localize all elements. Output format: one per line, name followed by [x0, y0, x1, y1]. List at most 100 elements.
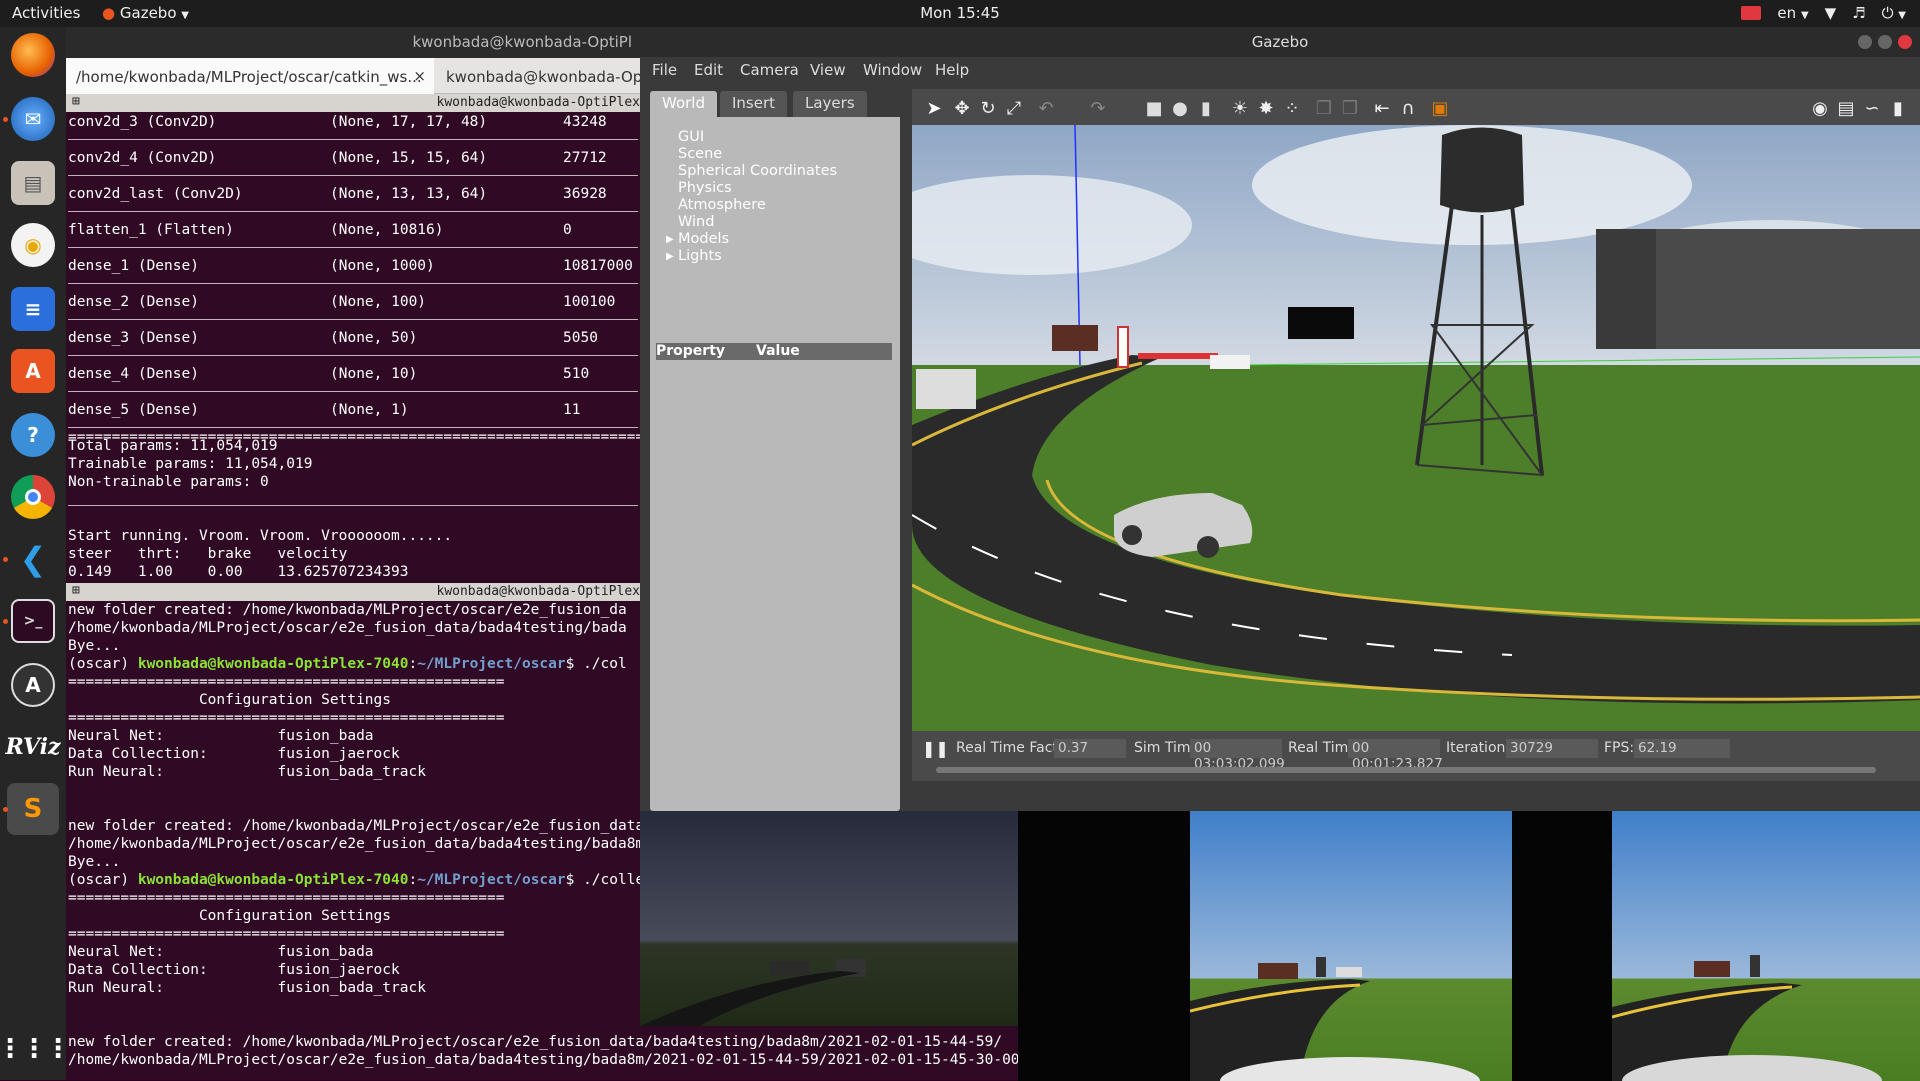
files-icon[interactable]: ▤ [11, 161, 55, 205]
undo-icon[interactable]: ↶ [1036, 99, 1056, 119]
screen-record-icon[interactable] [1741, 6, 1762, 20]
camera-view-dark[interactable] [640, 811, 1018, 1026]
cylinder-shape-icon[interactable]: ▮ [1196, 99, 1216, 119]
snap-icon[interactable]: ∩ [1398, 99, 1418, 119]
app-grid-icon[interactable]: ⋮⋮⋮ [0, 1027, 71, 1071]
running-indicator [3, 619, 8, 624]
wifi-icon[interactable]: ▼ [1825, 4, 1837, 22]
menu-view[interactable]: View [810, 61, 846, 79]
bottom-pane-narrow[interactable]: new folder created: /home/kwonbada/MLPro… [66, 601, 640, 811]
horizontal-scrollbar[interactable] [936, 767, 1876, 773]
video-record-icon[interactable]: ▮ [1888, 99, 1908, 119]
paste-icon[interactable]: ❐ [1340, 99, 1360, 119]
rviz-icon[interactable]: RViz [5, 725, 60, 769]
vscode-icon[interactable]: ❮ [11, 537, 55, 581]
row-divider [68, 175, 638, 176]
log-line: new folder created: /home/kwonbada/MLPro… [68, 1034, 1003, 1050]
tree-spherical-coordinates[interactable]: Spherical Coordinates [678, 163, 837, 180]
trailer-model[interactable] [1210, 355, 1250, 369]
pause-icon[interactable]: ❚❚ [922, 739, 949, 759]
camera-view-center[interactable] [1190, 811, 1512, 1081]
tab-insert[interactable]: Insert [720, 91, 788, 117]
expand-arrow-icon[interactable]: ▶ [666, 231, 674, 248]
config-neural: Neural Net: fusion_bada [68, 944, 374, 960]
gas-station-model[interactable] [1138, 353, 1218, 359]
3d-viewport[interactable] [912, 125, 1920, 731]
tab-layers[interactable]: Layers [793, 91, 867, 117]
gazebo-titlebar[interactable]: Gazebo [640, 27, 1920, 57]
split-pane-icon[interactable]: ⊞ [72, 94, 80, 109]
close-icon[interactable]: × [413, 67, 426, 85]
writer-icon[interactable]: ≡ [11, 287, 55, 331]
translate-mode-icon[interactable]: ✥ [952, 99, 972, 119]
menu-edit[interactable]: Edit [694, 61, 723, 79]
system-tray[interactable]: en ▼ ▼ ♬ ⏻ ▼ [1741, 4, 1906, 22]
sublime-icon[interactable]: S [7, 783, 59, 835]
redo-icon[interactable]: ↷ [1088, 99, 1108, 119]
view-angle-icon[interactable]: ▣ [1430, 99, 1450, 119]
updater-icon[interactable]: A [11, 663, 55, 707]
point-light-icon[interactable]: ☀ [1230, 99, 1250, 119]
tree-lights[interactable]: ▶ Lights [666, 248, 722, 265]
black-box-model[interactable] [1288, 307, 1354, 339]
copy-icon[interactable]: ❐ [1314, 99, 1334, 119]
houses-model[interactable] [916, 369, 976, 409]
terminal-icon[interactable]: >_ [11, 599, 55, 643]
sphere-shape-icon[interactable]: ● [1170, 99, 1190, 119]
volume-icon[interactable]: ♬ [1852, 4, 1865, 22]
spot-light-icon[interactable]: ✸ [1256, 99, 1276, 119]
app-menu[interactable]: ● Gazebo ▼ [102, 4, 189, 22]
tree-atmosphere[interactable]: Atmosphere [678, 197, 766, 214]
menu-window[interactable]: Window [863, 61, 922, 79]
house-model[interactable] [1052, 325, 1098, 351]
tab-catkin-ws[interactable]: /home/kwonbada/MLProject/oscar/catkin_ws… [66, 58, 434, 94]
close-button[interactable] [1898, 35, 1912, 49]
directional-light-icon[interactable]: ⁘ [1282, 99, 1302, 119]
thunderbird-icon[interactable]: ✉ [11, 97, 55, 141]
total-params: Total params: 11,054,019 [68, 438, 278, 454]
tab-world[interactable]: World [650, 91, 717, 117]
expand-arrow-icon[interactable]: ▶ [666, 248, 674, 265]
plot-icon[interactable]: ∽ [1862, 99, 1882, 119]
tree-scene[interactable]: Scene [678, 146, 722, 163]
screenshot-icon[interactable]: ◉ [1810, 99, 1830, 119]
layer-name: conv2d_last (Conv2D) [68, 186, 243, 202]
maximize-button[interactable] [1878, 35, 1892, 49]
rhythmbox-icon[interactable]: ◉ [11, 223, 55, 267]
select-mode-icon[interactable]: ➤ [924, 99, 944, 119]
terminal-titlebar[interactable]: kwonbada@kwonbada-OptiPl [66, 27, 640, 58]
pane-header-bottom: ⊞ kwonbada@kwonbada-OptiPlex [66, 583, 640, 601]
tree-physics[interactable]: Physics [678, 180, 732, 197]
config-run: Run Neural: fusion_bada_track [68, 764, 426, 780]
split-pane-icon[interactable]: ⊞ [72, 583, 80, 598]
scale-mode-icon[interactable]: ⤢ [1004, 99, 1024, 119]
app-menu-label: Gazebo [119, 4, 177, 22]
firefox-icon[interactable] [11, 33, 55, 77]
activities-button[interactable]: Activities [12, 4, 80, 22]
tree-gui[interactable]: GUI [678, 129, 704, 146]
rotate-mode-icon[interactable]: ↻ [978, 99, 998, 119]
menu-help[interactable]: Help [935, 61, 969, 79]
gas-station-sign-model[interactable] [1117, 326, 1129, 368]
layer-shape: (None, 10) [330, 366, 418, 382]
box-shape-icon[interactable]: ■ [1144, 99, 1164, 119]
building-model[interactable] [1656, 229, 1920, 349]
chrome-icon[interactable] [11, 475, 55, 519]
software-center-icon[interactable]: A [11, 349, 55, 393]
language-indicator[interactable]: en ▼ [1777, 4, 1808, 22]
menu-camera[interactable]: Camera [740, 61, 799, 79]
tree-models[interactable]: ▶ Models [666, 231, 729, 248]
tab-second-terminal[interactable]: kwonbada@kwonbada-Opti [436, 58, 640, 94]
config-data: Data Collection: fusion_jaerock [68, 746, 400, 762]
help-icon[interactable]: ? [11, 413, 55, 457]
menu-file[interactable]: File [652, 61, 677, 79]
layer-name: conv2d_3 (Conv2D) [68, 114, 217, 130]
minimize-button[interactable] [1858, 35, 1872, 49]
log-icon[interactable]: ▤ [1836, 99, 1856, 119]
power-icon[interactable]: ⏻ ▼ [1882, 4, 1906, 22]
building-model[interactable] [1596, 229, 1656, 349]
align-icon[interactable]: ⇤ [1372, 99, 1392, 119]
tree-wind[interactable]: Wind [678, 214, 714, 231]
camera-view-right[interactable] [1612, 811, 1920, 1081]
clock[interactable]: Mon 15:45 [0, 4, 1920, 22]
